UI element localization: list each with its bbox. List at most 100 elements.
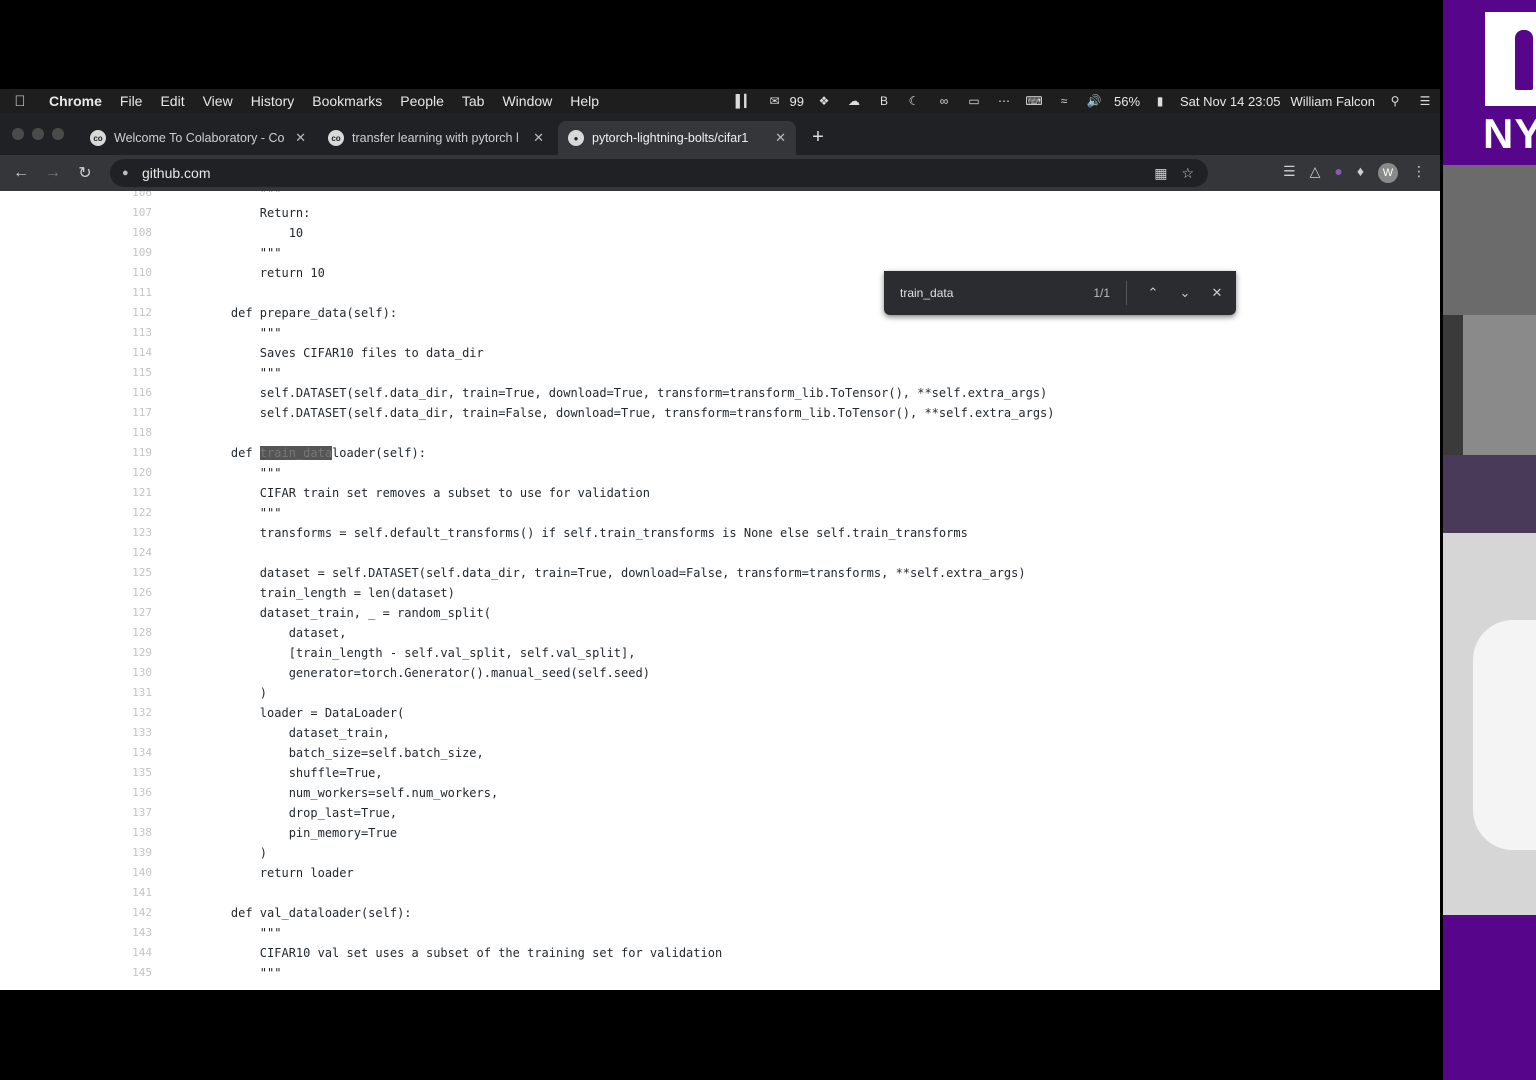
menu-view[interactable]: View [194, 93, 242, 109]
b-app-icon[interactable]: B [873, 93, 895, 109]
close-tab-icon[interactable]: ✕ [775, 130, 786, 146]
dropbox-icon[interactable]: ❖ [813, 93, 835, 109]
extensions-puzzle-icon[interactable]: ♦ [1357, 163, 1364, 183]
line-number[interactable]: 139 [118, 843, 152, 863]
close-tab-icon[interactable]: ✕ [295, 130, 306, 146]
line-number[interactable]: 125 [118, 563, 152, 583]
keyboard-icon[interactable]: ⌨ [1023, 93, 1045, 109]
mail-icon[interactable]: ✉ [764, 93, 786, 109]
airplay-icon[interactable]: ▭ [963, 93, 985, 109]
address-bar[interactable]: ● github.com ▦ ☆ [110, 159, 1208, 187]
menu-help[interactable]: Help [561, 93, 608, 109]
tab-colaboratory-welcome[interactable]: co Welcome To Colaboratory - Co ✕ [80, 121, 316, 155]
apple-menu-icon[interactable]:  [0, 93, 40, 110]
user-name[interactable]: William Falcon [1285, 94, 1380, 109]
line-number[interactable]: 122 [118, 503, 152, 523]
line-number[interactable]: 145 [118, 963, 152, 983]
find-previous-chevron-up-icon[interactable]: ⌃ [1137, 285, 1169, 301]
profile-avatar[interactable]: W [1378, 163, 1398, 183]
line-number[interactable]: 113 [118, 323, 152, 343]
extension-icon[interactable]: ☰ [1283, 163, 1296, 183]
line-number[interactable]: 111 [118, 283, 152, 303]
zoom-window-button[interactable] [52, 128, 64, 140]
line-number[interactable]: 112 [118, 303, 152, 323]
purple-panel [1443, 915, 1536, 1080]
new-tab-plus-icon[interactable]: + [808, 127, 828, 147]
line-number[interactable]: 109 [118, 243, 152, 263]
close-tab-icon[interactable]: ✕ [533, 130, 544, 146]
line-number[interactable]: 130 [118, 663, 152, 683]
line-number[interactable]: 117 [118, 403, 152, 423]
line-number[interactable]: 133 [118, 723, 152, 743]
line-number[interactable]: 114 [118, 343, 152, 363]
minimize-window-button[interactable] [32, 128, 44, 140]
line-number[interactable]: 118 [118, 423, 152, 443]
line-number[interactable]: 119 [118, 443, 152, 463]
line-number[interactable]: 128 [118, 623, 152, 643]
line-number[interactable]: 137 [118, 803, 152, 823]
line-number[interactable]: 106 [118, 191, 152, 203]
line-number[interactable]: 144 [118, 943, 152, 963]
line-number[interactable]: 142 [118, 903, 152, 923]
menu-app-chrome[interactable]: Chrome [40, 93, 111, 109]
line-number[interactable]: 135 [118, 763, 152, 783]
reload-icon[interactable]: ↻ [74, 162, 96, 184]
menu-file[interactable]: File [111, 93, 152, 109]
code-text: CIFAR train set removes a subset to use … [202, 486, 650, 500]
more-dots-icon[interactable]: ⋯ [993, 93, 1015, 109]
line-number[interactable]: 127 [118, 603, 152, 623]
clock[interactable]: Sat Nov 14 23:05 [1175, 94, 1285, 109]
find-next-chevron-down-icon[interactable]: ⌄ [1169, 285, 1201, 301]
find-close-icon[interactable]: ✕ [1201, 285, 1233, 301]
bar-chart-icon[interactable]: ▌▎ [734, 93, 756, 109]
menu-people[interactable]: People [391, 93, 453, 109]
tab-transfer-learning[interactable]: co transfer learning with pytorch l ✕ [318, 121, 554, 155]
line-number[interactable]: 120 [118, 463, 152, 483]
glasses-icon[interactable]: ∞ [933, 93, 955, 109]
menu-history[interactable]: History [242, 93, 304, 109]
line-number[interactable]: 116 [118, 383, 152, 403]
menu-window[interactable]: Window [493, 93, 561, 109]
line-number[interactable]: 115 [118, 363, 152, 383]
line-number[interactable]: 108 [118, 223, 152, 243]
line-number[interactable]: 107 [118, 203, 152, 223]
line-number[interactable]: 143 [118, 923, 152, 943]
spotlight-search-icon[interactable]: ⚲ [1384, 93, 1406, 109]
code-line: 144 CIFAR10 val set uses a subset of the… [0, 943, 1440, 963]
extension-circle-icon[interactable]: ● [1334, 163, 1342, 183]
volume-icon[interactable]: 🔊 [1083, 93, 1105, 109]
cloud-icon[interactable]: ☁ [843, 93, 865, 109]
close-window-button[interactable] [12, 128, 24, 140]
line-number[interactable]: 110 [118, 263, 152, 283]
line-number[interactable]: 141 [118, 883, 152, 903]
line-number[interactable]: 132 [118, 703, 152, 723]
code-text: """ [202, 466, 282, 480]
forward-arrow-icon[interactable]: → [42, 162, 64, 184]
find-in-page-icon[interactable]: ▦ [1154, 165, 1167, 182]
find-input[interactable]: train_data [900, 286, 1070, 300]
notification-center-icon[interactable]: ☰ [1414, 93, 1436, 109]
line-number[interactable]: 134 [118, 743, 152, 763]
line-number[interactable]: 124 [118, 543, 152, 563]
line-number[interactable]: 138 [118, 823, 152, 843]
menu-edit[interactable]: Edit [151, 93, 193, 109]
line-number[interactable]: 123 [118, 523, 152, 543]
moon-icon[interactable]: ☾ [903, 93, 925, 109]
line-number[interactable]: 140 [118, 863, 152, 883]
menu-tab[interactable]: Tab [453, 93, 494, 109]
more-menu-icon[interactable]: ⋮ [1412, 163, 1426, 183]
tab-github-active[interactable]: ● pytorch-lightning-bolts/cifar1 ✕ [558, 121, 796, 155]
menu-bookmarks[interactable]: Bookmarks [303, 93, 391, 109]
line-number[interactable]: 129 [118, 643, 152, 663]
line-number[interactable]: 131 [118, 683, 152, 703]
code-text: batch_size=self.batch_size, [202, 746, 484, 760]
line-number[interactable]: 126 [118, 583, 152, 603]
lock-icon[interactable]: ● [122, 167, 132, 179]
battery-icon[interactable]: ▮ [1149, 93, 1171, 109]
line-number[interactable]: 136 [118, 783, 152, 803]
bookmark-star-icon[interactable]: ☆ [1181, 165, 1194, 182]
back-arrow-icon[interactable]: ← [10, 162, 32, 184]
line-number[interactable]: 121 [118, 483, 152, 503]
extension-lock-icon[interactable]: △ [1310, 163, 1321, 183]
wifi-icon[interactable]: ≈ [1053, 93, 1075, 109]
